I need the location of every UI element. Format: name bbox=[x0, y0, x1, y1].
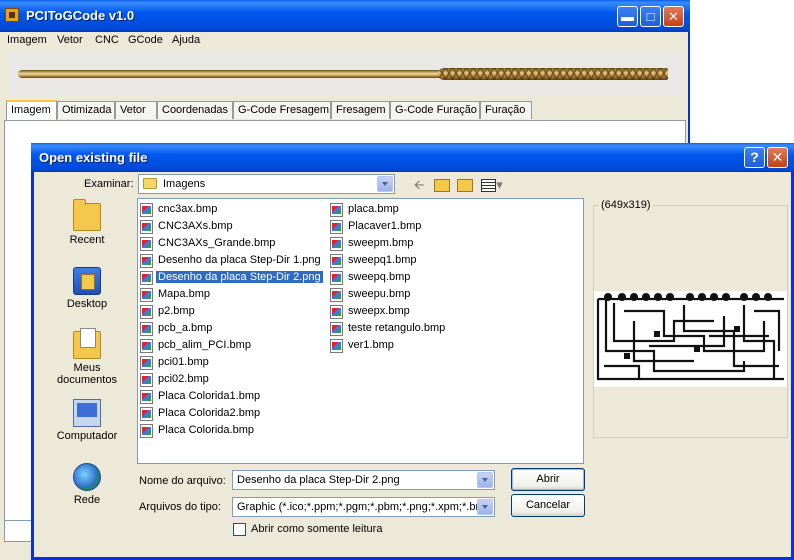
place-label: Rede bbox=[73, 494, 101, 506]
image-file-icon bbox=[330, 305, 343, 319]
image-file-icon bbox=[330, 237, 343, 251]
readonly-label: Abrir como somente leitura bbox=[251, 523, 383, 535]
dialog-title-bar[interactable]: Open existing file ? ✕ bbox=[31, 143, 794, 172]
image-file-icon bbox=[140, 254, 153, 268]
recent-icon bbox=[73, 199, 101, 231]
image-file-icon bbox=[140, 339, 153, 353]
pcb-preview-image bbox=[594, 291, 787, 387]
tab-vetor[interactable]: Vetor bbox=[115, 101, 157, 119]
tab-fresagem[interactable]: Fresagem bbox=[331, 101, 390, 119]
folder-icon bbox=[143, 178, 157, 189]
place-computer[interactable]: Computador bbox=[48, 399, 126, 442]
menu-bar: Imagem Vetor CNC GCode Ajuda bbox=[2, 32, 686, 50]
look-in-label: Examinar: bbox=[84, 178, 134, 190]
chevron-down-icon[interactable] bbox=[477, 499, 493, 515]
cancel-button[interactable]: Cancelar bbox=[511, 494, 585, 517]
tab-gcode-furacao[interactable]: G-Code Furação bbox=[390, 101, 480, 119]
filename-value: Desenho da placa Step-Dir 2.png bbox=[237, 474, 400, 486]
look-in-dropdown[interactable]: Imagens bbox=[138, 174, 395, 194]
place-desktop[interactable]: Desktop bbox=[48, 267, 126, 310]
image-file-icon bbox=[140, 356, 153, 370]
documents-icon bbox=[73, 328, 101, 359]
image-file-icon bbox=[140, 390, 153, 404]
filetype-value: Graphic (*.ico;*.ppm;*.pgm;*.pbm;*.png;*… bbox=[237, 501, 477, 513]
drill-bit-cutter bbox=[438, 68, 668, 80]
image-file-icon bbox=[330, 254, 343, 268]
computer-icon bbox=[73, 399, 101, 427]
filetype-dropdown[interactable]: Graphic (*.ico;*.ppm;*.pgm;*.pbm;*.png;*… bbox=[232, 497, 495, 517]
image-file-icon bbox=[140, 237, 153, 251]
close-icon: ✕ bbox=[771, 149, 784, 165]
place-label: Recent bbox=[69, 234, 105, 246]
menu-cnc[interactable]: CNC bbox=[95, 34, 119, 46]
open-file-dialog: Open existing file ? ✕ Examinar: Imagens… bbox=[31, 143, 794, 560]
place-label: Computador bbox=[56, 430, 118, 442]
desktop-icon bbox=[73, 267, 101, 295]
tab-strip: Imagem Otimizada Vetor Coordenadas G-Cod… bbox=[4, 100, 686, 120]
image-file-icon bbox=[140, 407, 153, 421]
place-my-documents[interactable]: Meus documentos bbox=[48, 328, 126, 386]
image-file-icon bbox=[330, 339, 343, 353]
look-in-value: Imagens bbox=[163, 178, 206, 190]
chevron-down-icon[interactable] bbox=[477, 472, 493, 488]
app-close-button[interactable]: ✕ bbox=[663, 6, 684, 27]
tab-otimizada[interactable]: Otimizada bbox=[57, 101, 115, 119]
image-file-icon bbox=[330, 288, 343, 302]
image-file-icon bbox=[330, 220, 343, 234]
help-icon: ? bbox=[750, 149, 759, 165]
network-icon bbox=[73, 463, 101, 491]
new-folder-icon[interactable] bbox=[455, 176, 475, 194]
view-menu-icon[interactable]: ▾ bbox=[479, 176, 505, 194]
image-file-icon bbox=[140, 203, 153, 217]
place-network[interactable]: Rede bbox=[48, 463, 126, 506]
image-file-icon bbox=[330, 271, 343, 285]
tab-coordenadas[interactable]: Coordenadas bbox=[157, 101, 233, 119]
minimize-icon: ▬ bbox=[621, 9, 634, 24]
menu-ajuda[interactable]: Ajuda bbox=[172, 34, 200, 46]
drill-bit-banner bbox=[8, 52, 682, 96]
chevron-down-icon[interactable] bbox=[377, 176, 393, 192]
image-file-icon bbox=[140, 373, 153, 387]
open-button[interactable]: Abrir bbox=[511, 468, 585, 491]
drill-bit-shank bbox=[18, 70, 448, 78]
app-icon bbox=[5, 8, 19, 22]
image-file-icon bbox=[140, 322, 153, 336]
up-folder-icon[interactable] bbox=[432, 176, 452, 194]
image-file-icon bbox=[140, 288, 153, 302]
maximize-button[interactable]: □ bbox=[640, 6, 661, 27]
maximize-icon: □ bbox=[646, 9, 655, 24]
file-list[interactable]: cnc3ax.bmp CNC3AXs.bmp CNC3AXs_Grande.bm… bbox=[137, 198, 584, 464]
image-file-icon bbox=[140, 424, 153, 438]
image-file-icon bbox=[140, 271, 153, 285]
tab-gcode-fresagem[interactable]: G-Code Fresagem bbox=[233, 101, 331, 119]
help-button[interactable]: ? bbox=[744, 147, 765, 168]
filetype-label: Arquivos do tipo: bbox=[139, 501, 221, 513]
menu-imagem[interactable]: Imagem bbox=[7, 34, 47, 46]
image-file-icon bbox=[330, 203, 343, 217]
image-file-icon bbox=[140, 220, 153, 234]
minimize-button[interactable]: ▬ bbox=[617, 6, 638, 27]
app-title: PCIToGCode v1.0 bbox=[26, 8, 135, 23]
preview-dimensions: (649x319) bbox=[599, 199, 653, 211]
app-title-bar[interactable]: PCIToGCode v1.0 ▬ □ ✕ bbox=[0, 0, 690, 32]
image-file-icon bbox=[140, 305, 153, 319]
readonly-checkbox[interactable] bbox=[233, 523, 246, 536]
dialog-title: Open existing file bbox=[39, 150, 148, 165]
close-icon: ✕ bbox=[668, 9, 679, 24]
back-icon[interactable]: 🡨 bbox=[409, 176, 429, 194]
filename-input[interactable]: Desenho da placa Step-Dir 2.png bbox=[232, 470, 495, 490]
menu-gcode[interactable]: GCode bbox=[128, 34, 163, 46]
place-label: Meus documentos bbox=[57, 362, 117, 386]
image-file-icon bbox=[330, 322, 343, 336]
tab-imagem[interactable]: Imagem bbox=[6, 100, 57, 120]
menu-vetor[interactable]: Vetor bbox=[57, 34, 83, 46]
dialog-close-button[interactable]: ✕ bbox=[767, 147, 788, 168]
tab-furacao[interactable]: Furação bbox=[480, 101, 532, 119]
filename-label: Nome do arquivo: bbox=[139, 475, 226, 487]
place-recent[interactable]: Recent bbox=[48, 199, 126, 246]
place-label: Desktop bbox=[66, 298, 108, 310]
